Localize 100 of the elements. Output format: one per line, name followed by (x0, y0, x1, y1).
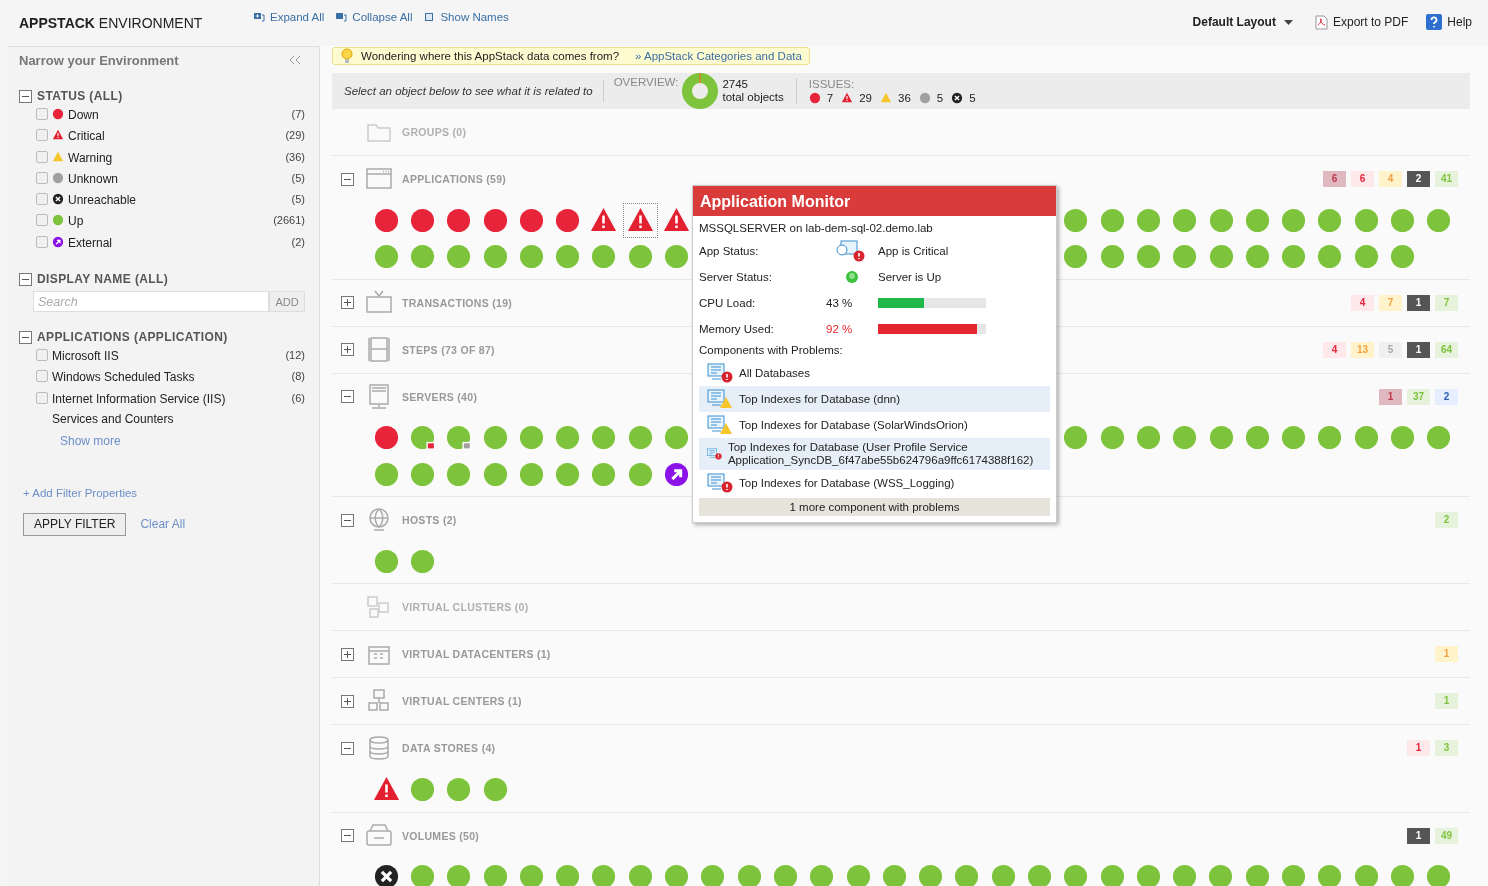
count-badge[interactable]: 1 (1435, 693, 1458, 710)
expand-toggle-icon[interactable] (341, 648, 354, 661)
status-circle-icon[interactable] (1063, 243, 1089, 269)
count-badge[interactable]: 2 (1435, 388, 1458, 405)
status-circle-icon[interactable] (1063, 425, 1089, 451)
status-circle-icon[interactable] (1426, 207, 1452, 233)
collapse-toggle-icon[interactable] (341, 390, 354, 404)
category-heading[interactable]: GROUPS (0) (402, 126, 467, 138)
add-button[interactable]: ADD (269, 291, 305, 313)
status-circle-icon[interactable] (1390, 207, 1415, 233)
count-badge[interactable]: 37 (1407, 388, 1430, 405)
count-badge[interactable]: 13 (1351, 341, 1374, 358)
status-circle-icon[interactable] (409, 425, 435, 451)
collapse-toggle-icon[interactable] (341, 172, 354, 186)
status-circle-icon[interactable] (446, 461, 472, 487)
status-circle-icon[interactable] (482, 243, 508, 269)
status-circle-icon[interactable] (664, 243, 689, 269)
category-heading[interactable]: VOLUMES (50) (402, 829, 480, 842)
layout-dropdown[interactable]: Default Layout (1192, 15, 1293, 29)
status-circle-icon[interactable] (518, 207, 544, 233)
category-heading[interactable]: TRANSACTIONS (19) (402, 296, 513, 309)
collapse-toggle-icon[interactable] (19, 330, 32, 344)
checkbox[interactable] (36, 391, 48, 404)
checkbox[interactable] (36, 108, 48, 120)
status-circle-icon[interactable] (1135, 207, 1161, 233)
status-circle-icon[interactable] (373, 425, 399, 451)
toolbar-link[interactable]: Expand All (254, 11, 325, 23)
count-badge[interactable]: 4 (1379, 171, 1402, 187)
expand-toggle-icon[interactable] (341, 695, 354, 708)
status-circle-icon[interactable] (1244, 243, 1270, 269)
collapse-toggle-icon[interactable] (19, 89, 32, 103)
status-circle-icon[interactable] (1099, 207, 1125, 233)
status-circle-icon[interactable] (446, 243, 472, 269)
toolbar-link[interactable]: Show Names (424, 11, 509, 23)
status-circle-icon[interactable] (1208, 425, 1234, 451)
status-circle-icon[interactable] (1353, 207, 1379, 233)
search-field[interactable]: Search (33, 291, 269, 313)
show-more-link[interactable]: Show more (60, 433, 121, 448)
status-circle-icon[interactable] (627, 425, 653, 451)
status-circle-icon[interactable] (1281, 425, 1307, 451)
checkbox[interactable] (36, 150, 48, 163)
count-badge[interactable]: 4 (1323, 341, 1346, 358)
checkbox[interactable] (36, 129, 48, 142)
status-circle-icon[interactable] (555, 425, 581, 451)
count-badge[interactable]: 64 (1435, 341, 1458, 358)
component-link[interactable]: Top Indexes for Database (WSS_Logging) (739, 476, 955, 490)
clear-all-link[interactable]: Clear All (140, 517, 186, 532)
collapse-toggle-icon[interactable] (341, 513, 354, 527)
component-link[interactable]: Top Indexes for Database (SolarWindsOrion) (739, 418, 968, 432)
checkbox[interactable] (36, 235, 48, 248)
status-circle-icon[interactable] (1208, 243, 1234, 269)
status-circle-icon[interactable] (1063, 207, 1089, 233)
status-circle-icon[interactable] (409, 207, 435, 233)
count-badge[interactable]: 1 (1407, 294, 1430, 311)
status-circle-icon[interactable] (409, 777, 435, 803)
toolbar-link[interactable]: Collapse All (336, 11, 413, 23)
status-circle-icon[interactable] (482, 461, 508, 487)
category-heading[interactable]: HOSTS (2) (402, 514, 457, 527)
status-circle-icon[interactable] (1244, 425, 1270, 451)
category-heading[interactable]: APPLICATIONS (59) (402, 173, 507, 185)
status-circle-icon[interactable] (1135, 243, 1161, 269)
status-circle-icon[interactable] (555, 243, 581, 269)
status-circle-icon[interactable] (1353, 425, 1379, 451)
add-filter-link[interactable]: + Add Filter Properties (23, 486, 138, 499)
export-button[interactable]: Export to PDF (1314, 14, 1409, 30)
status-circle-icon[interactable] (482, 777, 508, 803)
component-link[interactable]: All Databases (739, 366, 810, 380)
status-circle-icon[interactable] (446, 777, 472, 803)
status-circle-icon[interactable] (518, 243, 544, 269)
status-circle-icon[interactable] (1281, 207, 1307, 233)
more-components-bar[interactable]: 1 more component with problems (699, 498, 1050, 516)
arrow-circle-icon[interactable] (664, 461, 689, 487)
status-circle-icon[interactable] (373, 461, 399, 487)
status-circle-icon[interactable] (555, 207, 581, 233)
warning-triangle-icon[interactable] (663, 206, 690, 234)
status-circle-icon[interactable] (1208, 207, 1234, 233)
status-circle-icon[interactable] (1172, 425, 1198, 451)
help-button[interactable]: Help (1426, 14, 1472, 30)
status-circle-icon[interactable] (446, 425, 472, 451)
collapse-toggle-icon[interactable] (19, 272, 32, 286)
status-circle-icon[interactable] (664, 425, 689, 451)
count-badge[interactable]: 1 (1407, 341, 1430, 358)
status-circle-icon[interactable] (1317, 207, 1343, 233)
status-circle-icon[interactable] (627, 461, 653, 487)
collapse-panel-icon[interactable] (289, 55, 301, 65)
status-circle-icon[interactable] (1390, 425, 1415, 451)
count-badge[interactable]: 4 (1351, 294, 1374, 311)
status-circle-icon[interactable] (591, 461, 617, 487)
checkbox[interactable] (36, 214, 48, 227)
category-heading[interactable]: VIRTUAL CENTERS (1) (402, 695, 522, 708)
status-circle-icon[interactable] (518, 425, 544, 451)
status-circle-icon[interactable] (1353, 243, 1379, 269)
status-circle-icon[interactable] (482, 425, 508, 451)
status-circle-icon[interactable] (1244, 207, 1270, 233)
status-circle-icon[interactable] (482, 207, 508, 233)
apply-filter-button[interactable]: APPLY FILTER (23, 512, 127, 536)
count-badge[interactable]: 6 (1351, 171, 1374, 187)
status-circle-icon[interactable] (409, 461, 435, 487)
category-heading[interactable]: SERVERS (40) (402, 390, 478, 403)
count-badge[interactable]: 7 (1379, 294, 1402, 311)
